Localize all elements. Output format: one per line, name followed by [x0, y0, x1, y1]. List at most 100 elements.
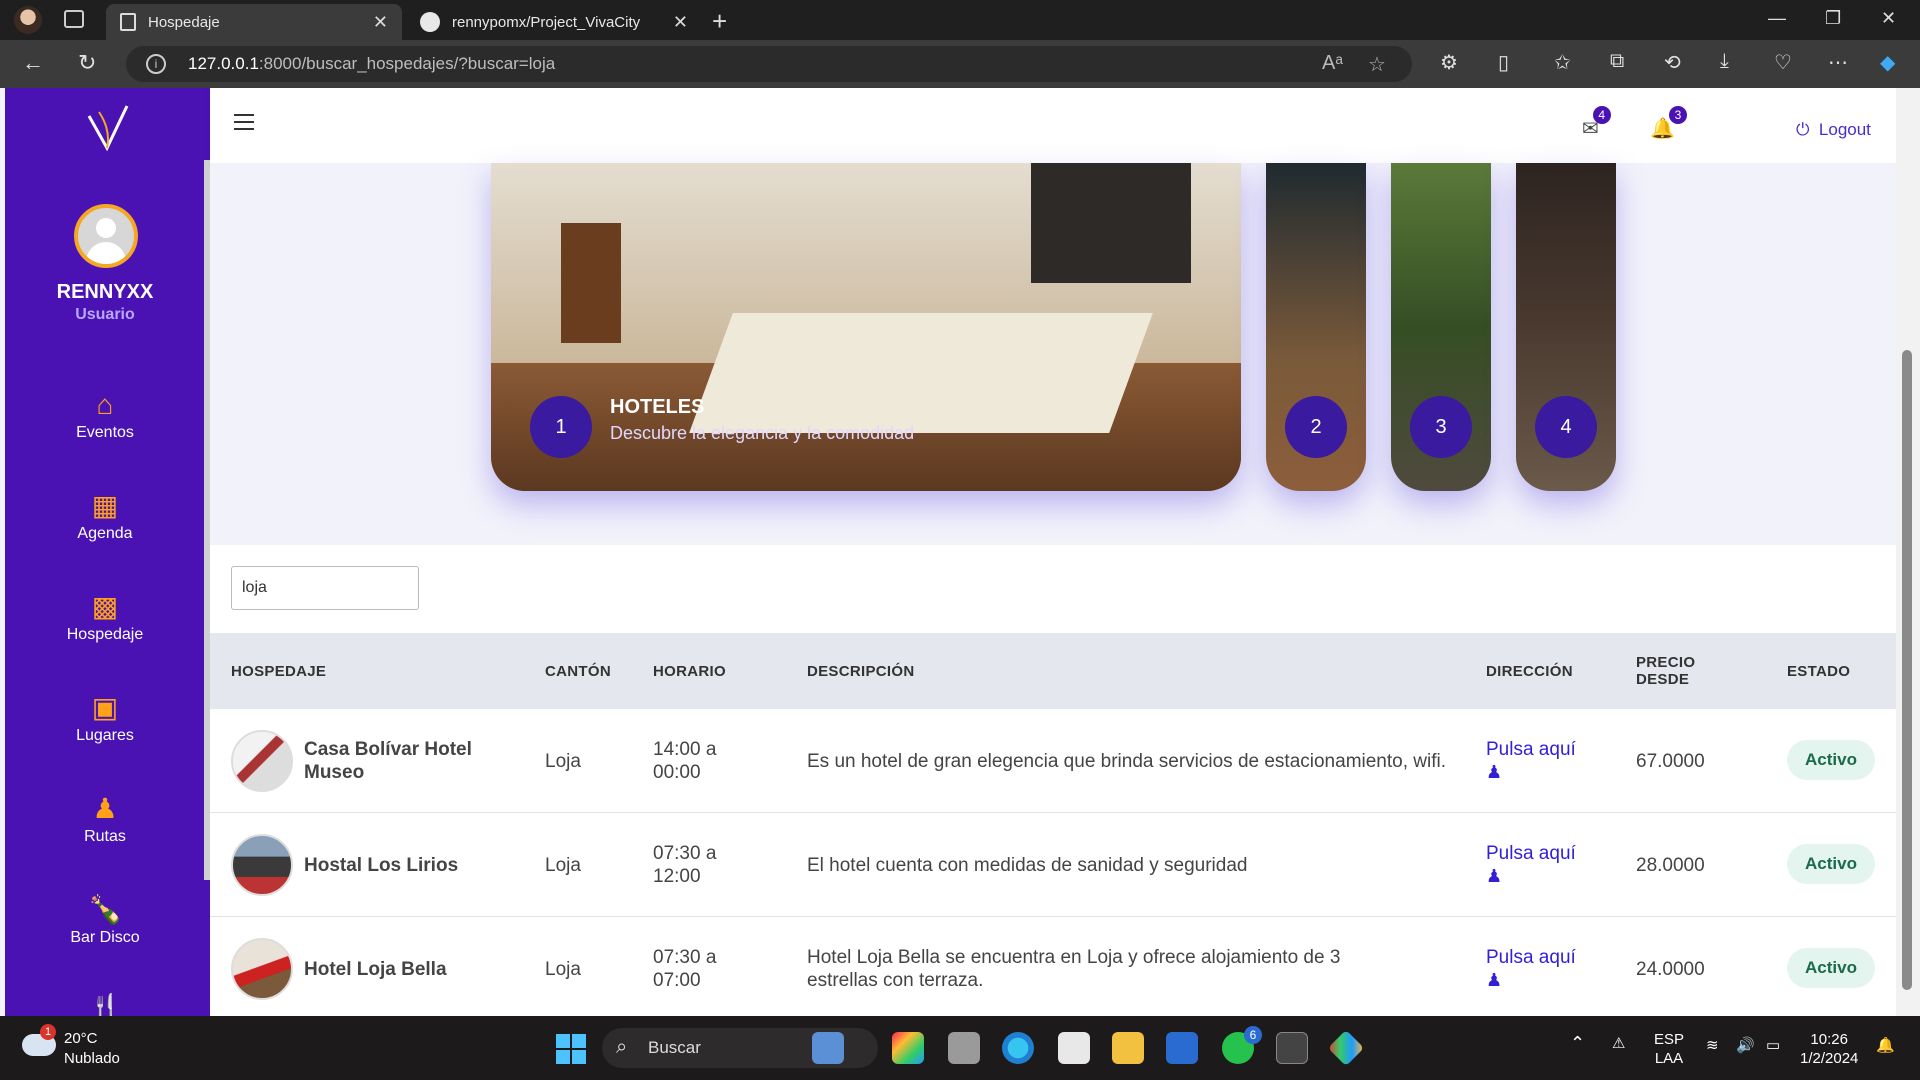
extensions-icon[interactable]: ⚙: [1440, 50, 1458, 75]
taskbar-search-label: Buscar: [648, 1038, 701, 1057]
tab-title: rennypomx/Project_VivaCity: [452, 13, 641, 31]
whatsapp-app-icon[interactable]: 6: [1222, 1026, 1262, 1064]
sidebar-item-rutas[interactable]: ♟ Rutas: [5, 794, 205, 846]
sidebar-item-label: Hospedaje: [66, 626, 144, 643]
close-window-icon[interactable]: ✕: [1881, 8, 1896, 29]
network-status-icon[interactable]: ⚠: [1612, 1034, 1625, 1053]
table-row[interactable]: Casa Bolívar Hotel Museo Loja 14:00 a 00…: [210, 709, 1896, 813]
collections-icon[interactable]: ⧉: [1610, 50, 1624, 73]
hotel-thumbnail: [231, 834, 293, 896]
copilot-app-icon[interactable]: [892, 1032, 924, 1064]
copilot-icon[interactable]: ◆: [1880, 50, 1895, 75]
status-badge: Activo: [1787, 948, 1875, 988]
file-explorer-icon[interactable]: [1112, 1032, 1144, 1064]
direction-link[interactable]: Pulsa aquí ♟: [1486, 709, 1576, 813]
hero-title: HOTELES: [610, 396, 705, 418]
sidebar-item-lugares[interactable]: ▣ Lugares: [5, 693, 205, 745]
battery-icon[interactable]: ▭: [1766, 1036, 1780, 1055]
page-icon: [120, 13, 136, 31]
direction-link-label[interactable]: Pulsa aquí: [1486, 842, 1576, 865]
bell-icon[interactable]: 🔔 3: [1650, 106, 1687, 141]
sidebar-item-eventos[interactable]: ⌂ Eventos: [5, 390, 205, 442]
sidebar-item-hospedaje[interactable]: ▩ Hospedaje: [5, 592, 205, 644]
vscode-app-icon[interactable]: [1166, 1032, 1198, 1064]
weather-cond: Nublado: [64, 1050, 120, 1067]
hotel-descripcion: Hotel Loja Bella se encuentra en Loja y …: [807, 947, 1341, 991]
downloads-icon[interactable]: ⤓: [1720, 50, 1729, 73]
slide-number-4[interactable]: 4: [1535, 396, 1597, 458]
page-scrollbar[interactable]: [1896, 88, 1920, 1016]
clock[interactable]: 10:26 1/2/2024: [1800, 1030, 1858, 1068]
logout-button[interactable]: ⏻ Logout: [1796, 120, 1871, 140]
profile-avatar[interactable]: [14, 6, 42, 34]
restore-icon[interactable]: ❐: [1825, 8, 1841, 29]
start-icon[interactable]: [556, 1034, 586, 1064]
github-icon: [420, 12, 440, 32]
volume-icon[interactable]: 🔊: [1736, 1036, 1755, 1055]
store-app-icon[interactable]: [1058, 1032, 1090, 1064]
direction-link[interactable]: Pulsa aquí ♟: [1486, 917, 1576, 1016]
terminal-app-icon[interactable]: [1276, 1032, 1308, 1064]
minimize-icon[interactable]: —: [1768, 8, 1786, 29]
table-row[interactable]: Hotel Loja Bella Loja 07:30 a 07:00 Hote…: [210, 917, 1896, 1016]
user-name: RENNYXX: [56, 281, 154, 303]
read-aloud-icon[interactable]: Aᵃ: [1322, 52, 1343, 75]
language-indicator[interactable]: ESP LAA: [1654, 1030, 1684, 1068]
history-icon[interactable]: ⟲: [1664, 50, 1681, 75]
map-pin-icon[interactable]: ♟: [1486, 865, 1502, 888]
layout-label: LAA: [1654, 1050, 1684, 1067]
back-icon[interactable]: ←: [22, 50, 44, 76]
slide-number-3[interactable]: 3: [1410, 396, 1472, 458]
bottle-icon: 🍾: [88, 894, 123, 925]
hotel-canton: Loja: [545, 750, 581, 772]
page: RENNYXX Usuario ⌂ Eventos ▦ Agenda ▩ Hos…: [0, 88, 1920, 1016]
more-icon[interactable]: ⋯: [1828, 50, 1848, 75]
close-tab-icon[interactable]: ✕: [673, 12, 688, 33]
info-icon[interactable]: i: [146, 54, 166, 74]
split-screen-icon[interactable]: ▯: [1498, 50, 1509, 75]
favorite-star-icon[interactable]: ☆: [1368, 52, 1386, 77]
tab-github[interactable]: rennypomx/Project_VivaCity ✕: [406, 4, 702, 40]
sidebar-item-agenda[interactable]: ▦ Agenda: [5, 491, 205, 543]
sidebar-item-label: Rutas: [84, 828, 126, 845]
notifications-badge: 3: [1668, 106, 1687, 124]
direction-link[interactable]: Pulsa aquí ♟: [1486, 813, 1576, 917]
edge-app-icon[interactable]: [1002, 1032, 1034, 1064]
notification-bell-icon[interactable]: 🔔: [1876, 1036, 1895, 1055]
slide-number-1[interactable]: 1: [530, 396, 592, 458]
table-row[interactable]: Hostal Los Lirios Loja 07:30 a 12:00 El …: [210, 813, 1896, 917]
url-host: 127.0.0.1: [188, 54, 259, 73]
col-canton: CANTÓN: [545, 662, 611, 680]
hotel-canton: Loja: [545, 958, 581, 980]
git-app-icon[interactable]: [1327, 1029, 1365, 1067]
widgets-app-icon[interactable]: [812, 1032, 844, 1064]
performance-icon[interactable]: ♡: [1774, 50, 1792, 75]
favorites-icon[interactable]: ✩: [1554, 50, 1571, 75]
sidebar: RENNYXX Usuario ⌂ Eventos ▦ Agenda ▩ Hos…: [5, 88, 210, 1016]
close-tab-icon[interactable]: ✕: [373, 12, 388, 33]
avatar[interactable]: [74, 204, 138, 268]
direction-link-label[interactable]: Pulsa aquí: [1486, 946, 1576, 969]
map-pin-icon[interactable]: ♟: [1486, 761, 1502, 784]
tab-hospedaje[interactable]: Hospedaje ✕: [106, 4, 402, 40]
search-input[interactable]: loja: [231, 566, 419, 610]
address-bar[interactable]: i 127.0.0.1:8000/buscar_hospedajes/?busc…: [126, 46, 1412, 82]
scrollbar-thumb[interactable]: [1902, 350, 1912, 990]
hamburger-menu-icon[interactable]: [234, 114, 254, 130]
reload-icon[interactable]: ↻: [78, 50, 96, 76]
chevron-up-icon[interactable]: ⌃: [1570, 1034, 1585, 1053]
direction-link-label[interactable]: Pulsa aquí: [1486, 738, 1576, 761]
wifi-icon[interactable]: ≋: [1706, 1036, 1719, 1055]
new-tab-icon[interactable]: +: [712, 6, 727, 37]
lang-label: ESP: [1654, 1031, 1685, 1048]
image-icon: ▣: [91, 692, 119, 723]
tab-actions-icon[interactable]: [64, 10, 84, 28]
map-pin-icon[interactable]: ♟: [1486, 969, 1502, 992]
sidebar-item-bar-disco[interactable]: 🍾 Bar Disco: [5, 895, 205, 947]
search-icon: ⌕: [616, 1036, 628, 1058]
sidebar-item-restaurant[interactable]: 🍴: [5, 994, 205, 1017]
task-view-icon[interactable]: [948, 1032, 980, 1064]
sidebar-item-label: Eventos: [76, 424, 134, 441]
slide-number-2[interactable]: 2: [1285, 396, 1347, 458]
mail-icon[interactable]: ✉ 4: [1582, 106, 1611, 141]
